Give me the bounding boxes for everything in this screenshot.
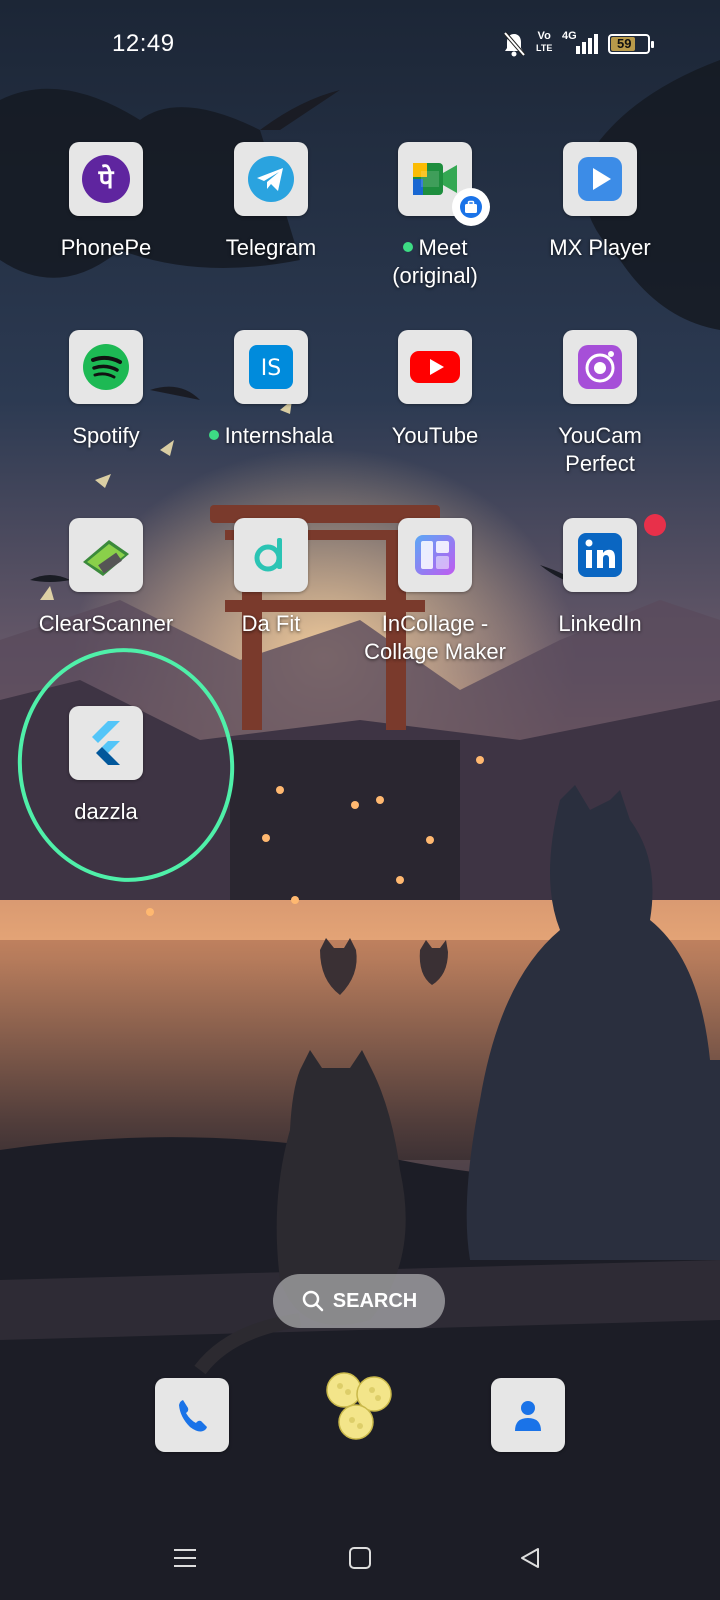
mute-notifications-icon: [503, 31, 526, 57]
app-label: LinkedIn: [558, 611, 642, 636]
app-label: MX Player: [549, 235, 651, 260]
mx-player-icon: [563, 142, 637, 216]
app-label: Da Fit: [241, 611, 301, 636]
spotify-icon: [69, 330, 143, 404]
home-icon: [349, 1547, 371, 1569]
youcam-icon: [563, 330, 637, 404]
search-button[interactable]: SEARCH: [273, 1274, 445, 1328]
clearscanner-icon: [69, 518, 143, 592]
app-label: YouTube: [391, 423, 479, 448]
signal-icon: 4G: [562, 30, 598, 58]
menu-icon: [174, 1549, 196, 1567]
back-button[interactable]: [505, 1538, 555, 1578]
recent-apps-button[interactable]: [160, 1538, 210, 1578]
dafit-icon: [234, 518, 308, 592]
notification-dot: [644, 514, 666, 536]
gallery-app[interactable]: [322, 1368, 396, 1446]
home-button[interactable]: [335, 1538, 385, 1578]
phone-app[interactable]: [155, 1378, 229, 1452]
phonepe-icon: पे: [69, 142, 143, 216]
linkedin-icon: [563, 518, 637, 592]
contacts-icon: [515, 1401, 541, 1431]
search-label: SEARCH: [332, 1289, 418, 1312]
incollage-icon: [398, 518, 472, 592]
status-time: 12:49: [112, 30, 175, 57]
gallery-icon: [326, 1372, 392, 1440]
youtube-icon: [398, 330, 472, 404]
status-icons: Vo LTE 4G 59: [502, 30, 662, 60]
navigation-bar: [0, 1520, 720, 1600]
search-icon: [302, 1290, 324, 1312]
internshala-icon: IS: [234, 330, 308, 404]
volte-icon: Vo LTE: [536, 30, 553, 53]
svg-text:IS: IS: [261, 356, 281, 381]
svg-text:पे: पे: [98, 164, 115, 195]
app-label: Internshala: [176, 422, 366, 450]
status-bar: 12:49 Vo LTE 4G 59: [0, 0, 720, 90]
app-label: ClearScanner: [38, 611, 174, 636]
work-badge-icon: [452, 188, 490, 226]
app-label: Meet (original): [392, 235, 478, 288]
new-app-dot: [208, 430, 219, 441]
battery-icon: 59: [608, 34, 654, 54]
telegram-icon: [234, 142, 308, 216]
contacts-app[interactable]: [491, 1378, 565, 1452]
app-label: InCollage - Collage Maker: [364, 611, 506, 664]
app-label: Telegram: [225, 235, 317, 260]
back-icon: [521, 1548, 539, 1568]
app-label: YouCam Perfect: [558, 423, 642, 476]
phone-icon: [179, 1400, 207, 1432]
new-app-dot: [402, 242, 413, 253]
app-label: Spotify: [72, 423, 140, 448]
app-label: PhonePe: [60, 235, 152, 260]
